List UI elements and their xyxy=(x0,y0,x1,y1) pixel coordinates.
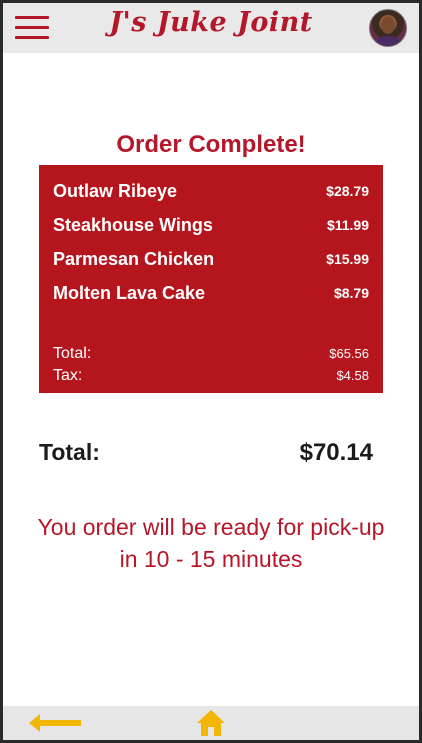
avatar-face xyxy=(381,17,395,34)
item-name: Steakhouse Wings xyxy=(53,215,213,235)
item-name: Molten Lava Cake xyxy=(53,283,206,303)
subtotal-row: Total: $65.56 xyxy=(53,345,369,365)
device-frame: J's Juke Joint Order Complete! Outlaw Ri… xyxy=(0,0,422,743)
grand-total-value: $70.14 xyxy=(299,439,373,466)
item-price: $28.79 xyxy=(326,183,369,199)
item-price: $8.79 xyxy=(333,285,369,301)
user-avatar[interactable] xyxy=(369,9,407,47)
order-item-row: Steakhouse Wings $11.99 xyxy=(53,215,369,239)
pickup-ready-message: You order will be ready for pick-up in 1… xyxy=(37,514,385,572)
item-name: Outlaw Ribeye xyxy=(53,181,178,201)
tax-row: Tax: $4.58 xyxy=(53,367,369,387)
item-price: $15.99 xyxy=(326,251,369,267)
order-receipt: Outlaw Ribeye $28.79 Steakhouse Wings $1… xyxy=(39,165,383,393)
bottom-nav-bar xyxy=(3,706,419,740)
app-title: J's Juke Joint xyxy=(109,7,313,38)
order-item-row: Outlaw Ribeye $28.79 xyxy=(53,181,369,205)
order-item-row: Parmesan Chicken $15.99 xyxy=(53,249,369,273)
tax-value: $4.58 xyxy=(336,368,369,383)
app-screen: J's Juke Joint Order Complete! Outlaw Ri… xyxy=(3,3,419,740)
back-arrow-icon[interactable] xyxy=(29,712,83,734)
avatar-shoulders xyxy=(374,36,402,46)
grand-total-label: Total: xyxy=(39,439,100,465)
home-icon[interactable] xyxy=(196,709,226,737)
subtotal-value: $65.56 xyxy=(329,346,369,361)
order-item-row: Molten Lava Cake $8.79 xyxy=(53,283,369,307)
top-bar: J's Juke Joint xyxy=(3,3,419,53)
item-price: $11.99 xyxy=(326,217,369,233)
subtotal-label: Total: xyxy=(53,345,92,362)
tax-label: Tax: xyxy=(53,367,83,384)
order-complete-heading: Order Complete! xyxy=(116,131,306,158)
item-name: Parmesan Chicken xyxy=(53,249,215,269)
